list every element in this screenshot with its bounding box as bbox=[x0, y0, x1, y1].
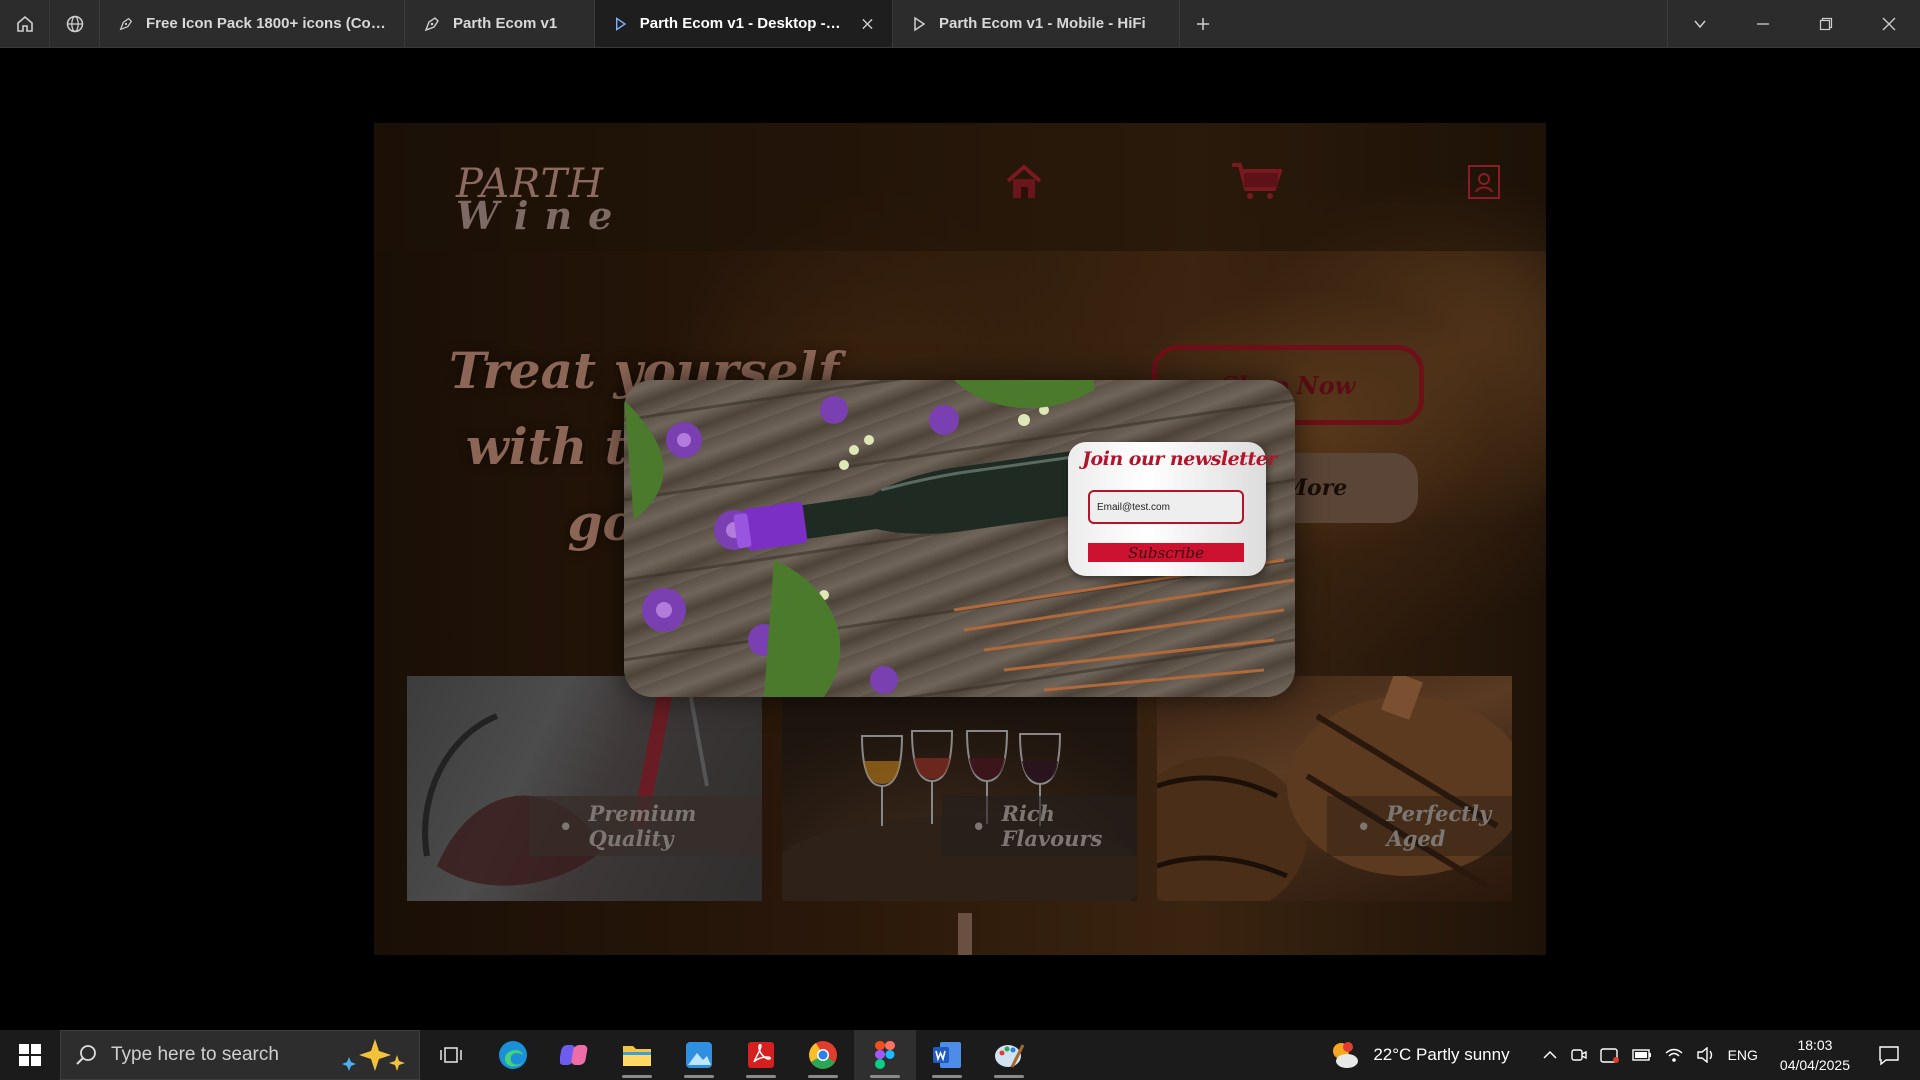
feature-label: • Premium Quality bbox=[529, 796, 762, 856]
chevron-down-icon bbox=[1693, 20, 1706, 28]
tab-free-icon-pack[interactable]: Free Icon Pack 1800+ icons (Commun bbox=[100, 0, 405, 47]
tab-mobile-hifi[interactable]: Parth Ecom v1 - Mobile - HiFi bbox=[893, 0, 1180, 47]
meet-now-icon[interactable] bbox=[1570, 1046, 1588, 1064]
windows-logo-icon bbox=[19, 1044, 41, 1066]
new-tab-button[interactable] bbox=[1180, 0, 1226, 47]
subscribe-button[interactable]: Subscribe bbox=[1088, 543, 1244, 562]
wine-glasses-image bbox=[782, 730, 1137, 901]
minimize-button[interactable] bbox=[1731, 0, 1794, 47]
paint-palette-icon bbox=[995, 1044, 1024, 1068]
play-icon bbox=[615, 16, 627, 31]
wifi-icon[interactable] bbox=[1664, 1047, 1684, 1063]
tab-bar: Free Icon Pack 1800+ icons (Commun Parth… bbox=[0, 0, 1920, 48]
clock-time: 18:03 bbox=[1797, 1037, 1833, 1053]
copilot-sparkle-icon bbox=[342, 1039, 405, 1071]
folder-icon bbox=[623, 1046, 651, 1066]
edge-icon bbox=[499, 1041, 527, 1069]
copilot-icon bbox=[560, 1045, 588, 1065]
newsletter-title: Join our newsletter bbox=[1082, 448, 1277, 470]
window-controls bbox=[1667, 0, 1920, 47]
search-placeholder: Type here to search bbox=[111, 1044, 279, 1065]
feature-card-premium-quality[interactable]: • Premium Quality bbox=[407, 676, 762, 901]
taskbar-copilot[interactable] bbox=[544, 1030, 606, 1080]
site-logo-bottom[interactable]: Wine bbox=[456, 193, 628, 238]
clock[interactable]: 18:03 04/04/2025 bbox=[1770, 1035, 1860, 1075]
pen-tool-icon bbox=[119, 17, 133, 30]
pdf-icon bbox=[748, 1042, 774, 1068]
taskbar-search-box[interactable]: Type here to search bbox=[60, 1030, 420, 1080]
search-icon bbox=[76, 1045, 96, 1065]
minimize-icon bbox=[1756, 22, 1769, 25]
home-icon[interactable] bbox=[0, 0, 50, 47]
tab-label: Parth Ecom v1 bbox=[453, 15, 558, 32]
feature-label: • Rich Flavours bbox=[942, 796, 1137, 856]
volume-icon[interactable] bbox=[1696, 1047, 1716, 1063]
nav-user-icon[interactable] bbox=[1468, 165, 1500, 199]
language-indicator[interactable]: ENG bbox=[1728, 1047, 1758, 1063]
close-window-button[interactable] bbox=[1857, 0, 1920, 47]
play-icon bbox=[914, 16, 926, 31]
nav-cart-icon[interactable] bbox=[1230, 161, 1283, 206]
pen-tool-icon bbox=[424, 16, 439, 31]
word-icon bbox=[933, 1042, 961, 1068]
system-tray: 22°C Partly sunny ENG 18:03 04/04/2025 bbox=[1329, 1030, 1920, 1080]
prototype-canvas: PARTH Wine Treat yourself with the pr...… bbox=[0, 49, 1920, 1030]
taskbar-edge[interactable] bbox=[482, 1030, 544, 1080]
clock-date: 04/04/2025 bbox=[1779, 1057, 1850, 1073]
globe-icon[interactable] bbox=[50, 0, 100, 47]
chrome-icon bbox=[809, 1041, 837, 1069]
figma-icon bbox=[875, 1041, 895, 1069]
newsletter-card: Join our newsletter Subscribe bbox=[1068, 442, 1277, 576]
tab-label: Free Icon Pack 1800+ icons (Commun bbox=[146, 15, 386, 32]
taskbar-acrobat[interactable] bbox=[730, 1030, 792, 1080]
newsletter-popup: Join our newsletter Subscribe bbox=[624, 380, 1295, 697]
taskbar-figma[interactable] bbox=[854, 1030, 916, 1080]
weather-partly-sunny-icon[interactable] bbox=[1329, 1040, 1361, 1070]
taskbar-file-explorer[interactable] bbox=[606, 1030, 668, 1080]
tabs-dropdown-button[interactable] bbox=[1668, 0, 1731, 47]
plus-icon bbox=[1197, 17, 1209, 30]
feature-card-perfectly-aged[interactable]: • Perfectly Aged bbox=[1157, 676, 1512, 901]
taskbar-chrome[interactable] bbox=[792, 1030, 854, 1080]
taskbar-paint[interactable] bbox=[978, 1030, 1040, 1080]
wine-pour-image bbox=[422, 676, 709, 886]
task-view-icon bbox=[440, 1047, 462, 1063]
notifications-icon[interactable] bbox=[1878, 1044, 1900, 1066]
windows-taskbar: Type here to search 22°C Partly sunny EN… bbox=[0, 1030, 1920, 1080]
task-view-button[interactable] bbox=[420, 1030, 482, 1080]
taskbar-word[interactable] bbox=[916, 1030, 978, 1080]
nav-home-icon[interactable] bbox=[1004, 163, 1044, 206]
tab-desktop-hifi[interactable]: Parth Ecom v1 - Desktop - HiFi bbox=[595, 0, 893, 47]
tab-parth-ecom[interactable]: Parth Ecom v1 bbox=[405, 0, 595, 47]
restore-icon bbox=[1819, 17, 1832, 30]
start-button[interactable] bbox=[0, 1030, 60, 1080]
close-icon bbox=[1882, 17, 1895, 30]
taskbar-photos[interactable] bbox=[668, 1030, 730, 1080]
chevron-up-icon[interactable] bbox=[1542, 1047, 1558, 1063]
battery-icon[interactable] bbox=[1631, 1048, 1652, 1062]
feature-label: • Perfectly Aged bbox=[1327, 796, 1512, 856]
tab-label: Parth Ecom v1 - Mobile - HiFi bbox=[939, 15, 1146, 32]
weather-text[interactable]: 22°C Partly sunny bbox=[1373, 1045, 1509, 1065]
newsletter-email-input[interactable] bbox=[1088, 490, 1244, 524]
divider bbox=[958, 913, 972, 955]
photos-icon bbox=[686, 1042, 712, 1068]
feature-card-rich-flavours[interactable]: • Rich Flavours bbox=[782, 676, 1137, 901]
wine-barrels-image bbox=[1157, 676, 1512, 901]
restore-button[interactable] bbox=[1794, 0, 1857, 47]
notification-center-badge-icon[interactable] bbox=[1599, 1046, 1620, 1064]
close-icon[interactable] bbox=[861, 17, 874, 31]
tab-label: Parth Ecom v1 - Desktop - HiFi bbox=[639, 15, 842, 32]
